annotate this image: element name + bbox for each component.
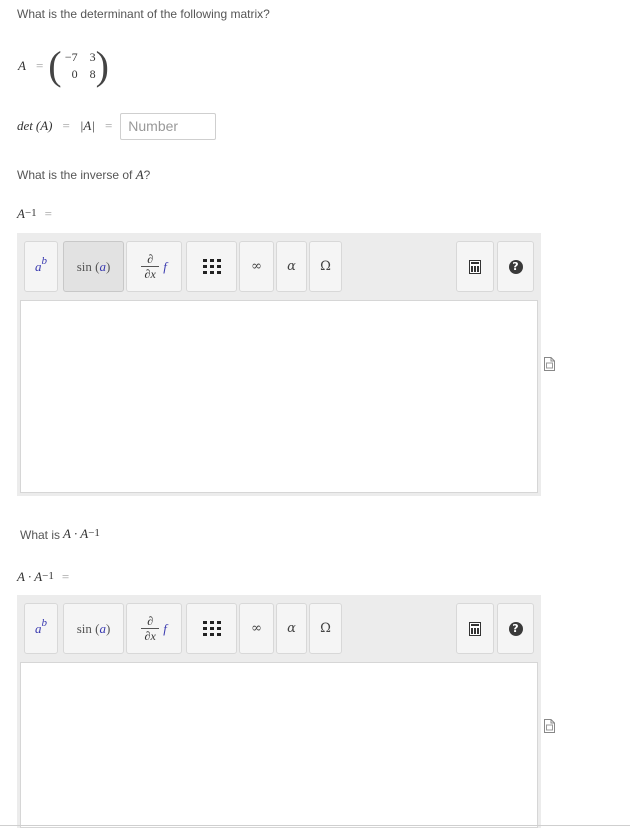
help-icon: ? xyxy=(508,621,523,636)
equals-sign: = xyxy=(104,118,113,133)
greek-upper-button[interactable]: Ω xyxy=(309,241,342,292)
alpha-glyph: α xyxy=(287,259,296,274)
keyboard-button[interactable] xyxy=(456,241,494,292)
inverse-question-var: A xyxy=(135,167,144,182)
det-argument-text: (A) xyxy=(35,118,53,133)
matrix-cell: 0 xyxy=(71,67,78,81)
equals-sign: = xyxy=(61,569,70,584)
math-editor-product: ab sin (a) ∂ ∂x f ∞ α Ω ? xyxy=(17,595,541,828)
matrix-table: −7 3 0 8 xyxy=(61,49,97,83)
alpha-glyph: α xyxy=(287,621,296,636)
greek-upper-button[interactable]: Ω xyxy=(309,603,342,654)
page-bottom-divider xyxy=(0,825,630,826)
inverse-question-prompt: What is the inverse of xyxy=(17,168,136,182)
det-label: det xyxy=(17,118,33,133)
infinity-button[interactable]: ∞ xyxy=(239,603,274,654)
matrix-cell: −7 xyxy=(64,50,78,64)
matrix-definition: A = ( −7 3 0 8 ) xyxy=(18,44,109,88)
matrix-cell: 8 xyxy=(89,67,96,81)
greek-lower-button[interactable]: α xyxy=(276,241,307,292)
function-arg: a xyxy=(99,620,106,636)
calculator-icon xyxy=(469,621,481,636)
derivative-glyph: ∂ ∂x f xyxy=(141,253,167,280)
derivative-glyph: ∂ ∂x f xyxy=(141,615,167,642)
derivative-numerator: ∂ xyxy=(147,614,154,628)
function-arg: a xyxy=(99,258,106,274)
derivative-denominator: ∂x xyxy=(144,267,156,281)
derivative-numerator: ∂ xyxy=(147,252,154,266)
derivative-denominator: ∂x xyxy=(144,629,156,643)
inverse-exponent: −1 xyxy=(24,207,37,219)
superscript-exp-glyph: b xyxy=(41,254,48,267)
product-question-expr: A · A xyxy=(63,526,89,541)
product-lhs-expr: A · A xyxy=(17,569,43,584)
inverse-lhs: A −1 = xyxy=(17,206,52,222)
product-question-exp: −1 xyxy=(88,527,100,539)
matrix-variable: A xyxy=(18,58,26,73)
help-button[interactable]: ? xyxy=(497,241,534,292)
superscript-button[interactable]: ab xyxy=(24,241,58,292)
function-label: sin (a) xyxy=(76,258,111,274)
equals-sign: = xyxy=(44,206,53,221)
infinity-glyph: ∞ xyxy=(251,621,262,636)
help-button[interactable]: ? xyxy=(497,603,534,654)
equals-sign: = xyxy=(35,58,44,73)
derivative-function: f xyxy=(163,258,167,274)
function-button[interactable]: sin (a) xyxy=(63,241,124,292)
determinant-question-text: What is the determinant of the following… xyxy=(17,7,270,21)
function-name: sin xyxy=(76,620,92,636)
matrix-button[interactable] xyxy=(186,241,237,292)
calculator-icon xyxy=(469,259,481,274)
document-preview-icon[interactable] xyxy=(544,719,555,738)
inverse-base: A xyxy=(17,206,25,221)
math-input-area-product[interactable] xyxy=(20,662,538,828)
omega-glyph: Ω xyxy=(320,621,331,636)
help-icon: ? xyxy=(508,259,523,274)
keyboard-button[interactable] xyxy=(456,603,494,654)
inverse-question-end: ? xyxy=(143,168,151,182)
derivative-button[interactable]: ∂ ∂x f xyxy=(126,603,182,654)
inverse-question-text: What is the inverse of A? xyxy=(17,167,150,183)
function-button[interactable]: sin (a) xyxy=(63,603,124,654)
greek-lower-button[interactable]: α xyxy=(276,603,307,654)
math-input-area-inverse[interactable] xyxy=(20,300,538,493)
derivative-button[interactable]: ∂ ∂x f xyxy=(126,241,182,292)
product-lhs: A · A −1 = xyxy=(17,569,69,585)
function-name: sin xyxy=(76,258,92,274)
equals-sign: = xyxy=(62,118,70,133)
infinity-button[interactable]: ∞ xyxy=(239,241,274,292)
document-preview-icon[interactable] xyxy=(544,357,555,376)
matrix-dots-icon xyxy=(202,621,221,636)
matrix-cell: 3 xyxy=(89,50,96,64)
left-paren: ( xyxy=(48,43,62,88)
abs-value-expression: |A| xyxy=(79,118,95,133)
product-question-prompt: What is xyxy=(20,528,61,542)
superscript-button[interactable]: ab xyxy=(24,603,58,654)
math-editor-inverse: ab sin (a) ∂ ∂x f ∞ α Ω ? xyxy=(17,233,541,496)
determinant-answer-input[interactable] xyxy=(120,112,217,140)
derivative-function: f xyxy=(163,620,167,636)
superscript-exp-glyph: b xyxy=(41,616,48,629)
determinant-equation: det (A) = |A| = xyxy=(17,112,217,140)
product-lhs-exp: −1 xyxy=(42,570,54,582)
matrix-button[interactable] xyxy=(186,603,237,654)
product-question-text: What is A · A −1 xyxy=(20,526,100,542)
matrix-dots-icon xyxy=(202,259,221,274)
function-label: sin (a) xyxy=(76,620,111,636)
det-argument: (A) xyxy=(36,118,53,134)
infinity-glyph: ∞ xyxy=(251,259,262,274)
right-paren: ) xyxy=(95,43,109,88)
omega-glyph: Ω xyxy=(320,259,331,274)
